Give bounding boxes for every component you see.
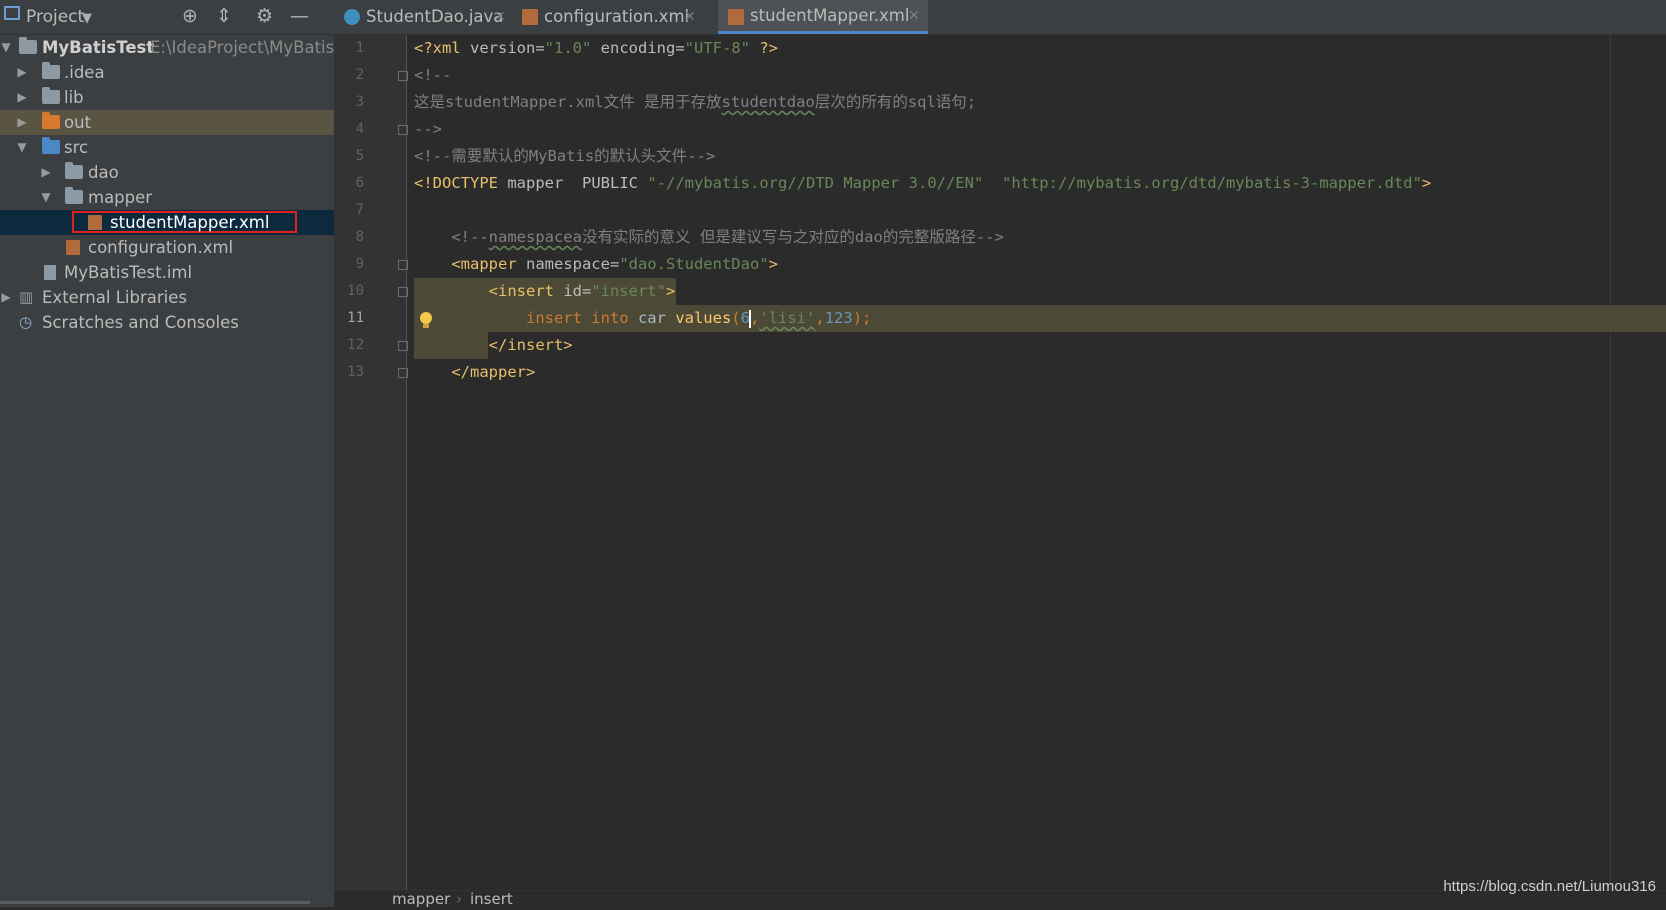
line-number: 7 [355, 202, 364, 218]
close-icon[interactable]: ✕ [908, 0, 920, 32]
xml-file-icon [728, 9, 744, 25]
tree-item-label: lib [64, 88, 84, 107]
line-number: 6 [355, 175, 364, 191]
line-number: 12 [347, 337, 364, 353]
editor-tab-bar: StudentDao.java ✕ configuration.xml ✕ st… [334, 0, 1666, 35]
close-icon[interactable]: ✕ [684, 0, 696, 34]
tree-item-scratches[interactable]: ◷ Scratches and Consoles [0, 310, 334, 335]
project-view-title[interactable]: Project [26, 7, 84, 27]
locate-target-icon[interactable]: ⊕ [182, 4, 198, 28]
tree-item-idea[interactable]: ▶ .idea [0, 60, 334, 85]
code-line[interactable]: <?xml version="1.0" encoding="UTF-8" ?> [414, 35, 778, 62]
gutter-divider [406, 35, 407, 890]
tree-item-label: out [64, 113, 92, 132]
horizontal-scrollbar[interactable] [0, 901, 310, 904]
collapsed-arrow-icon[interactable]: ▶ [16, 110, 28, 135]
code-line[interactable]: <!DOCTYPE mapper PUBLIC "-//mybatis.org/… [414, 170, 1431, 197]
close-icon[interactable]: ✕ [494, 0, 506, 34]
collapsed-arrow-icon[interactable]: ▶ [40, 160, 52, 185]
line-number: 13 [347, 364, 364, 380]
code-line[interactable]: <!--namespacea没有实际的意义 但是建议写与之对应的dao的完整版路… [414, 224, 1004, 251]
tree-item-label: mapper [88, 188, 153, 207]
tree-item-lib[interactable]: ▶ lib [0, 85, 334, 110]
project-panel: Project ▼ ⊕ ⇕ ⚙ — ▼ MyBatisTest E:\IdeaP… [0, 0, 334, 907]
expanded-arrow-icon[interactable]: ▼ [16, 135, 28, 160]
source-folder-icon [42, 137, 60, 154]
code-line[interactable]: <!--需要默认的MyBatis的默认头文件--> [414, 143, 715, 170]
expanded-arrow-icon[interactable]: ▼ [0, 35, 12, 60]
line-number: 9 [355, 256, 364, 272]
tree-item-label: dao [88, 163, 119, 182]
project-panel-header: Project ▼ ⊕ ⇕ ⚙ — [0, 0, 334, 35]
tab-studentdao-java[interactable]: StudentDao.java ✕ [334, 0, 512, 34]
library-icon: ▥ [19, 288, 34, 306]
tree-item-out[interactable]: ▶ out [0, 110, 334, 135]
line-number: 4 [355, 121, 364, 137]
xml-file-icon [522, 9, 538, 25]
module-folder-icon [19, 37, 37, 54]
gear-icon[interactable]: ⚙ [256, 4, 273, 28]
line-number: 2 [355, 67, 364, 83]
tab-label: studentMapper.xml [750, 6, 910, 25]
package-icon [65, 162, 83, 179]
collapse-all-icon[interactable]: ⇕ [216, 4, 232, 28]
tree-item-label: MyBatisTest [42, 38, 155, 57]
folder-icon [42, 62, 60, 79]
chevron-down-icon[interactable]: ▼ [82, 7, 92, 31]
current-line-number: 11 [347, 310, 364, 326]
code-line[interactable]: <!-- [414, 62, 451, 89]
line-number: 1 [355, 40, 364, 56]
tree-item-mapper[interactable]: ▼ mapper [0, 185, 334, 210]
code-line[interactable]: 这是studentMapper.xml文件 是用于存放studentdao层次的… [414, 89, 976, 116]
hide-panel-icon[interactable]: — [290, 4, 309, 28]
code-line[interactable]: </insert> [414, 332, 573, 359]
collapsed-arrow-icon[interactable]: ▶ [16, 85, 28, 110]
code-line[interactable]: insert into car values(6,'lisi',123); [414, 305, 871, 332]
line-number: 8 [355, 229, 364, 245]
project-view-icon[interactable] [4, 6, 20, 20]
tab-configuration-xml[interactable]: configuration.xml ✕ [512, 0, 702, 34]
package-icon [65, 187, 83, 204]
code-editor[interactable]: 1 2 3 4 5 6 7 8 9 10 11 12 13 <?xml vers… [334, 35, 1666, 890]
tree-item-studentmapper-xml[interactable]: studentMapper.xml [0, 210, 334, 235]
code-line[interactable]: <insert id="insert"> [414, 278, 676, 305]
code-line[interactable]: </mapper> [414, 359, 535, 386]
xml-file-icon [88, 215, 102, 230]
tree-item-label: .idea [64, 63, 105, 82]
code-line[interactable]: --> [414, 116, 442, 143]
folder-icon [42, 87, 60, 104]
java-class-icon [344, 9, 360, 25]
module-path: E:\IdeaProject\MyBatisTe [150, 38, 334, 57]
tree-item-mybatistest[interactable]: ▼ MyBatisTest E:\IdeaProject\MyBatisTe [0, 35, 334, 60]
scratches-icon: ◷ [19, 313, 33, 331]
tree-item-label: Scratches and Consoles [42, 313, 239, 332]
tab-label: StudentDao.java [366, 7, 504, 26]
tab-studentmapper-xml[interactable]: studentMapper.xml ✕ [718, 0, 928, 34]
tree-item-dao[interactable]: ▶ dao [0, 160, 334, 185]
tree-item-mybatistest-iml[interactable]: MyBatisTest.iml [0, 260, 334, 285]
tab-label: configuration.xml [544, 7, 690, 26]
iml-file-icon [44, 265, 56, 280]
tree-item-external-libraries[interactable]: ▶ ▥ External Libraries [0, 285, 334, 310]
xml-file-icon [66, 240, 80, 255]
line-number: 3 [355, 94, 364, 110]
right-margin-guide [1610, 35, 1611, 890]
tree-item-configuration-xml[interactable]: configuration.xml [0, 235, 334, 260]
tree-item-label: MyBatisTest.iml [64, 263, 193, 282]
tree-item-label: External Libraries [42, 288, 187, 307]
code-line[interactable]: <mapper namespace="dao.StudentDao"> [414, 251, 778, 278]
collapsed-arrow-icon[interactable]: ▶ [16, 60, 28, 85]
tree-item-label: src [64, 138, 89, 157]
line-number: 10 [347, 283, 364, 299]
line-number-gutter: 1 2 3 4 5 6 7 8 9 10 11 12 13 [334, 35, 408, 890]
excluded-folder-icon [42, 112, 60, 129]
tree-item-label: studentMapper.xml [110, 213, 270, 232]
tree-item-src[interactable]: ▼ src [0, 135, 334, 160]
expanded-arrow-icon[interactable]: ▼ [40, 185, 52, 210]
line-number: 5 [355, 148, 364, 164]
watermark: https://blog.csdn.net/Liumou316 [1443, 878, 1656, 895]
collapsed-arrow-icon[interactable]: ▶ [0, 285, 12, 310]
tree-item-label: configuration.xml [88, 238, 234, 257]
